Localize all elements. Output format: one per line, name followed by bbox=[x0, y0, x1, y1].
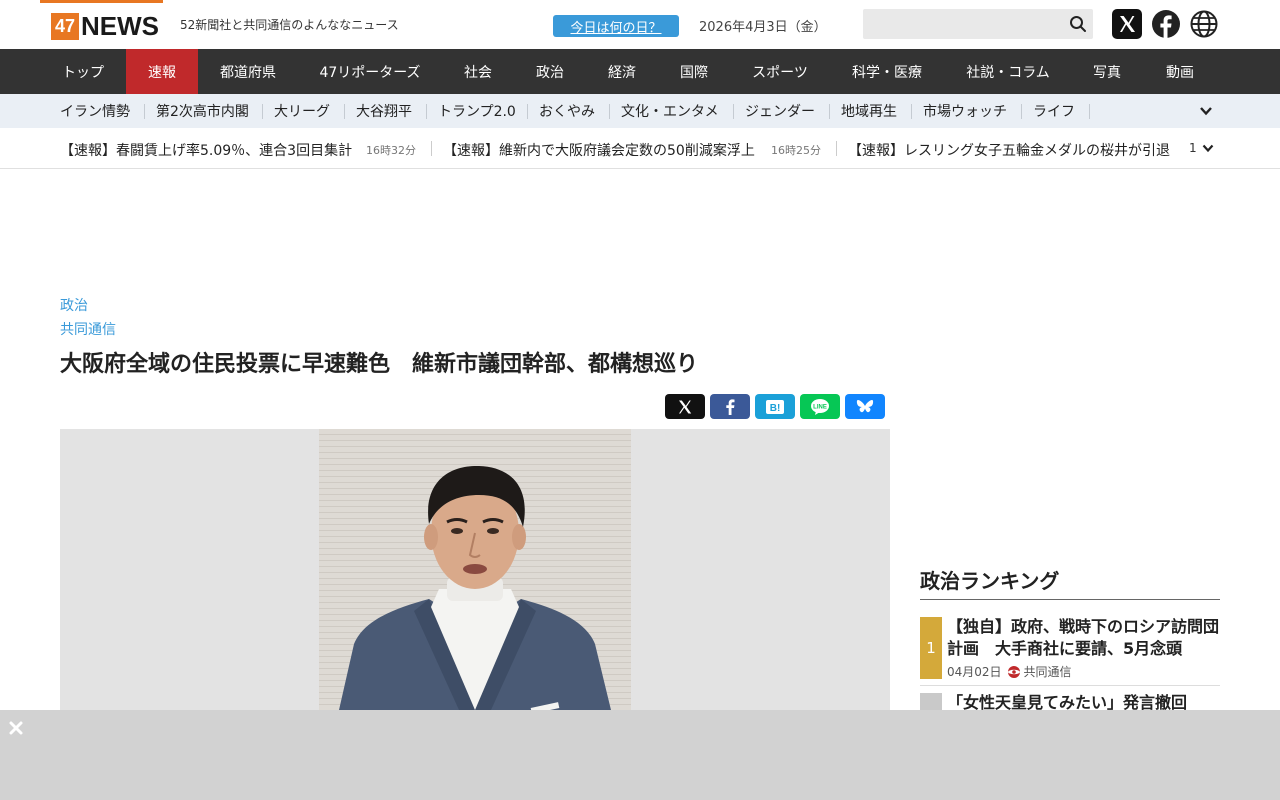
topic-divider bbox=[733, 104, 734, 119]
topic-divider bbox=[344, 104, 345, 119]
topic-divider bbox=[829, 104, 830, 119]
ticker-divider bbox=[836, 141, 837, 156]
ticker-headline[interactable]: 【速報】レスリング女子五輪金メダルの桜井が引退 bbox=[848, 140, 1176, 160]
ranking-item-meta: 04月02日 共同通信 bbox=[947, 663, 1072, 680]
topic-divider bbox=[527, 104, 528, 119]
article-headline: 大阪府全域の住民投票に早速難色 維新市議団幹部、都構想巡り bbox=[60, 352, 699, 377]
share-line-button[interactable]: LINE bbox=[800, 394, 840, 419]
globe-icon[interactable] bbox=[1189, 9, 1219, 39]
ranking-item-source: 共同通信 bbox=[1023, 665, 1072, 679]
close-icon[interactable] bbox=[8, 720, 24, 736]
share-bluesky-button[interactable] bbox=[845, 394, 885, 419]
topic-item[interactable]: ジェンダー bbox=[745, 94, 815, 128]
logo-word: NEWS bbox=[81, 11, 159, 41]
breaking-news-ticker: 【速報】春闘賃上げ率5.09％、連合3回目集計 16時32分 【速報】維新内で大… bbox=[0, 128, 1280, 169]
topic-item[interactable]: 第2次高市内閣 bbox=[156, 94, 249, 128]
facebook-icon bbox=[726, 398, 735, 415]
ticker-time: 16時32分 bbox=[366, 144, 416, 157]
hatena-bookmark-icon: B! bbox=[766, 399, 784, 414]
ranking-item-date: 04月02日 bbox=[947, 665, 1002, 679]
search-box bbox=[863, 9, 1093, 39]
x-twitter-icon bbox=[679, 400, 692, 413]
topic-item[interactable]: 市場ウォッチ bbox=[923, 94, 1007, 128]
main-nav: トップ 速報 都道府県 47リポーターズ 社会 政治 経済 国際 スポーツ 科学… bbox=[0, 49, 1280, 94]
topic-divider bbox=[144, 104, 145, 119]
share-hatena-button[interactable]: B! bbox=[755, 394, 795, 419]
nav-item-photos[interactable]: 写真 bbox=[1072, 49, 1142, 94]
bluesky-icon bbox=[856, 399, 874, 412]
ticker-divider bbox=[431, 141, 432, 156]
nav-item-sports[interactable]: スポーツ bbox=[730, 49, 830, 94]
topic-divider bbox=[1089, 104, 1090, 119]
topic-item[interactable]: イラン情勢 bbox=[60, 94, 130, 128]
bottom-ad-overlay bbox=[0, 710, 1280, 800]
chevron-down-icon[interactable] bbox=[1202, 142, 1214, 154]
svg-text:B!: B! bbox=[770, 403, 781, 414]
topic-divider bbox=[1021, 104, 1022, 119]
nav-item-breaking[interactable]: 速報 bbox=[126, 49, 198, 94]
nav-item-videos[interactable]: 動画 bbox=[1142, 49, 1218, 94]
topic-item[interactable]: 大谷翔平 bbox=[356, 94, 412, 128]
nav-item-economy[interactable]: 経済 bbox=[586, 49, 658, 94]
ticker-headline[interactable]: 【速報】春闘賃上げ率5.09％、連合3回目集計 bbox=[60, 140, 352, 160]
logo-accent-bar bbox=[40, 0, 163, 3]
ranking-divider bbox=[920, 685, 1220, 686]
ranking-item-headline[interactable]: 「女性天皇見てみたい」発言撤回 bbox=[947, 692, 1220, 710]
nav-item-editorial[interactable]: 社説・コラム bbox=[944, 49, 1072, 94]
svg-text:LINE: LINE bbox=[813, 404, 827, 410]
kyodo-logo-icon bbox=[1007, 665, 1020, 678]
ticker-time: 16時25分 bbox=[771, 144, 821, 157]
ranking-title-underline bbox=[920, 599, 1220, 600]
topic-item[interactable]: おくやみ bbox=[539, 94, 595, 128]
facebook-icon[interactable] bbox=[1151, 9, 1181, 39]
search-icon[interactable] bbox=[1069, 15, 1087, 33]
topic-item[interactable]: 地域再生 bbox=[841, 94, 897, 128]
topic-item[interactable]: 文化・エンタメ bbox=[621, 94, 719, 128]
today-in-history-button[interactable]: 今日は何の日？ bbox=[553, 15, 679, 37]
current-date: 2026年4月3日（金） bbox=[699, 20, 827, 35]
nav-item-politics[interactable]: 政治 bbox=[514, 49, 586, 94]
site-logo[interactable]: 47 NEWS bbox=[51, 13, 159, 40]
line-icon: LINE bbox=[811, 398, 829, 415]
search-input[interactable] bbox=[863, 9, 1058, 39]
ticker-headline[interactable]: 【速報】維新内で大阪府議会定数の50削減案浮上 bbox=[443, 140, 755, 160]
nav-item-47reporters[interactable]: 47リポーターズ bbox=[298, 49, 442, 94]
topic-nav: イラン情勢 第2次高市内閣 大リーグ 大谷翔平 トランプ2.0 おくやみ 文化・… bbox=[0, 94, 1280, 128]
topic-item[interactable]: 大リーグ bbox=[274, 94, 330, 128]
topic-divider bbox=[911, 104, 912, 119]
topic-item[interactable]: トランプ2.0 bbox=[438, 94, 516, 128]
ranking-item-headline[interactable]: 【独自】政府、戦時下のロシア訪問団計画 大手商社に要請、5月念頭 bbox=[947, 616, 1220, 660]
nav-item-top[interactable]: トップ bbox=[40, 49, 126, 94]
ranking-title: 政治ランキング bbox=[920, 569, 1060, 593]
topic-item[interactable]: ライフ bbox=[1033, 94, 1075, 128]
site-tagline: 52新聞社と共同通信のよんななニュース bbox=[180, 18, 399, 32]
article-category-link[interactable]: 政治 bbox=[60, 295, 88, 315]
rank-number-badge: 1 bbox=[920, 617, 942, 679]
article-source-link[interactable]: 共同通信 bbox=[60, 319, 116, 339]
nav-item-society[interactable]: 社会 bbox=[442, 49, 514, 94]
chevron-down-icon[interactable] bbox=[1199, 104, 1213, 118]
ticker-page-number: 1 bbox=[1189, 141, 1197, 155]
topic-divider bbox=[609, 104, 610, 119]
nav-item-science[interactable]: 科学・医療 bbox=[830, 49, 944, 94]
article-photo[interactable] bbox=[319, 429, 631, 710]
share-x-button[interactable] bbox=[665, 394, 705, 419]
portrait-image bbox=[319, 429, 631, 710]
share-facebook-button[interactable] bbox=[710, 394, 750, 419]
nav-item-prefectures[interactable]: 都道府県 bbox=[198, 49, 298, 94]
site-header: 47 NEWS 52新聞社と共同通信のよんななニュース 今日は何の日？ 2026… bbox=[0, 0, 1280, 49]
topic-divider bbox=[262, 104, 263, 119]
nav-item-international[interactable]: 国際 bbox=[658, 49, 730, 94]
logo-number: 47 bbox=[51, 13, 79, 40]
topic-divider bbox=[426, 104, 427, 119]
x-twitter-icon[interactable] bbox=[1112, 9, 1142, 39]
article-photo-frame bbox=[60, 429, 890, 710]
